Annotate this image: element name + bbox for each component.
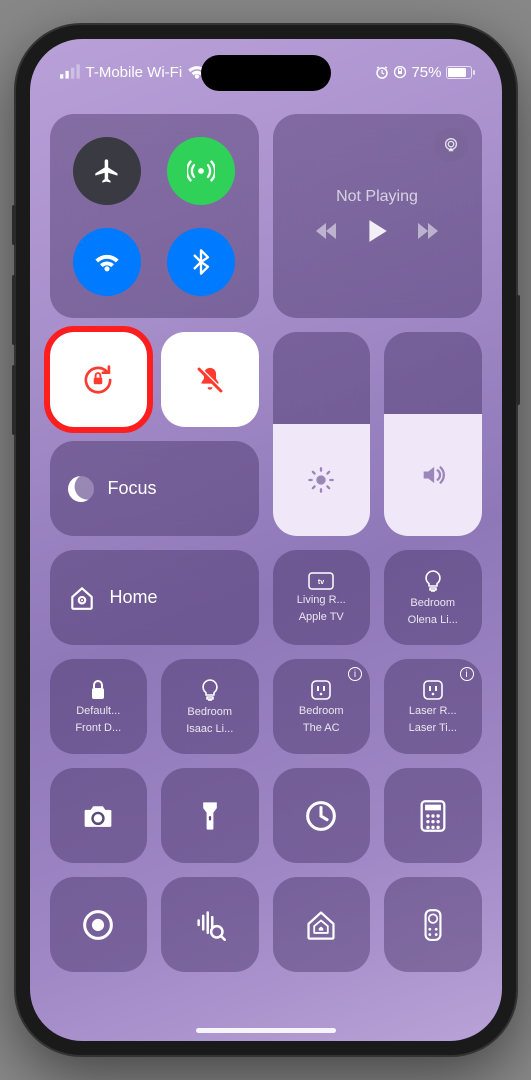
home-tile-living-room-tv[interactable]: tv Living R... Apple TV xyxy=(273,550,371,645)
tile-line1: Laser R... xyxy=(388,705,478,718)
tile-line1: Bedroom xyxy=(277,705,367,718)
home-tile-bedroom-ac[interactable]: i Bedroom The AC xyxy=(273,659,371,754)
screen: T-Mobile Wi-Fi 75% xyxy=(30,39,502,1041)
appletv-icon: tv xyxy=(308,572,334,590)
record-icon xyxy=(81,908,115,942)
media-controls[interactable]: Not Playing xyxy=(273,114,482,318)
home-tile-bedroom-light-2[interactable]: Bedroom Isaac Li... xyxy=(161,659,259,754)
home-tile-bedroom-light-1[interactable]: Bedroom Olena Li... xyxy=(384,550,482,645)
bluetooth-icon xyxy=(187,248,215,276)
calculator-button[interactable] xyxy=(384,768,482,863)
airplay-button[interactable] xyxy=(434,128,468,162)
tile-line2: Laser Ti... xyxy=(388,722,478,735)
tile-line2: The AC xyxy=(277,722,367,735)
home-tile-laser[interactable]: i Laser R... Laser Ti... xyxy=(384,659,482,754)
vol-up-button xyxy=(12,275,16,345)
home-label: Home xyxy=(110,587,158,608)
silent-mode-toggle[interactable] xyxy=(161,332,259,427)
phone-frame: T-Mobile Wi-Fi 75% xyxy=(16,25,516,1055)
home-icon xyxy=(68,584,96,612)
vol-down-button xyxy=(12,365,16,435)
rewind-icon[interactable] xyxy=(314,221,338,241)
bluetooth-toggle[interactable] xyxy=(167,228,235,296)
focus-label: Focus xyxy=(108,478,157,499)
remote-icon xyxy=(416,908,450,942)
flashlight-button[interactable] xyxy=(161,768,259,863)
forward-icon[interactable] xyxy=(416,221,440,241)
volume-slider[interactable] xyxy=(384,332,482,536)
airplane-icon xyxy=(93,157,121,185)
info-icon: i xyxy=(348,667,362,681)
connectivity-group xyxy=(50,114,259,318)
shazam-button[interactable] xyxy=(161,877,259,972)
tile-line2: Apple TV xyxy=(277,611,367,624)
outlet-icon xyxy=(310,679,332,701)
camera-button[interactable] xyxy=(50,768,148,863)
outlet-icon xyxy=(422,679,444,701)
sun-icon xyxy=(307,466,335,494)
calculator-icon xyxy=(416,799,450,833)
brightness-slider[interactable] xyxy=(273,332,371,536)
cellular-icon xyxy=(60,61,82,83)
home-indicator[interactable] xyxy=(196,1028,336,1033)
highlight-ring xyxy=(44,326,154,433)
svg-text:tv: tv xyxy=(318,579,324,586)
moon-icon xyxy=(64,472,97,505)
wifi-icon xyxy=(93,248,121,276)
wifi-toggle[interactable] xyxy=(73,228,141,296)
media-title: Not Playing xyxy=(336,188,418,206)
tile-line1: Bedroom xyxy=(388,597,478,610)
cellular-data-toggle[interactable] xyxy=(167,137,235,205)
tile-line1: Default... xyxy=(54,705,144,718)
rotation-lock-status-icon xyxy=(393,65,407,79)
airplay-icon xyxy=(442,136,460,154)
control-center: Not Playing Focus xyxy=(50,114,482,1021)
status-right: 75% xyxy=(375,61,471,83)
bulb-icon xyxy=(200,678,220,702)
sound-search-icon xyxy=(193,908,227,942)
dynamic-island xyxy=(201,55,331,91)
battery-icon xyxy=(446,66,472,79)
side-button xyxy=(516,295,520,405)
antenna-icon xyxy=(187,157,215,185)
bell-slash-icon xyxy=(193,363,227,397)
tile-line2: Front D... xyxy=(54,722,144,735)
lock-icon xyxy=(89,679,107,701)
play-icon[interactable] xyxy=(366,218,388,244)
alarm-icon xyxy=(375,65,389,79)
flashlight-icon xyxy=(193,799,227,833)
home-tile-front-door[interactable]: Default... Front D... xyxy=(50,659,148,754)
screen-record-button[interactable] xyxy=(50,877,148,972)
timer-icon xyxy=(304,799,338,833)
speaker-icon xyxy=(419,461,447,489)
home-button[interactable]: Home xyxy=(50,550,259,645)
camera-icon xyxy=(81,799,115,833)
battery-percent: 75% xyxy=(411,64,441,81)
homekit-button[interactable] xyxy=(273,877,371,972)
remote-button[interactable] xyxy=(384,877,482,972)
rotation-lock-toggle[interactable] xyxy=(50,332,148,427)
mute-switch xyxy=(12,205,16,245)
tile-line1: Living R... xyxy=(277,594,367,607)
bulb-icon xyxy=(423,569,443,593)
airplane-mode-toggle[interactable] xyxy=(73,137,141,205)
tile-line2: Olena Li... xyxy=(388,614,478,627)
timer-button[interactable] xyxy=(273,768,371,863)
media-buttons xyxy=(314,218,440,244)
focus-button[interactable]: Focus xyxy=(50,441,259,536)
carrier-label: T-Mobile Wi-Fi xyxy=(86,64,183,81)
homekit-icon xyxy=(304,908,338,942)
status-left: T-Mobile Wi-Fi xyxy=(60,61,209,83)
tile-line1: Bedroom xyxy=(165,706,255,719)
info-icon: i xyxy=(460,667,474,681)
tile-line2: Isaac Li... xyxy=(165,723,255,736)
